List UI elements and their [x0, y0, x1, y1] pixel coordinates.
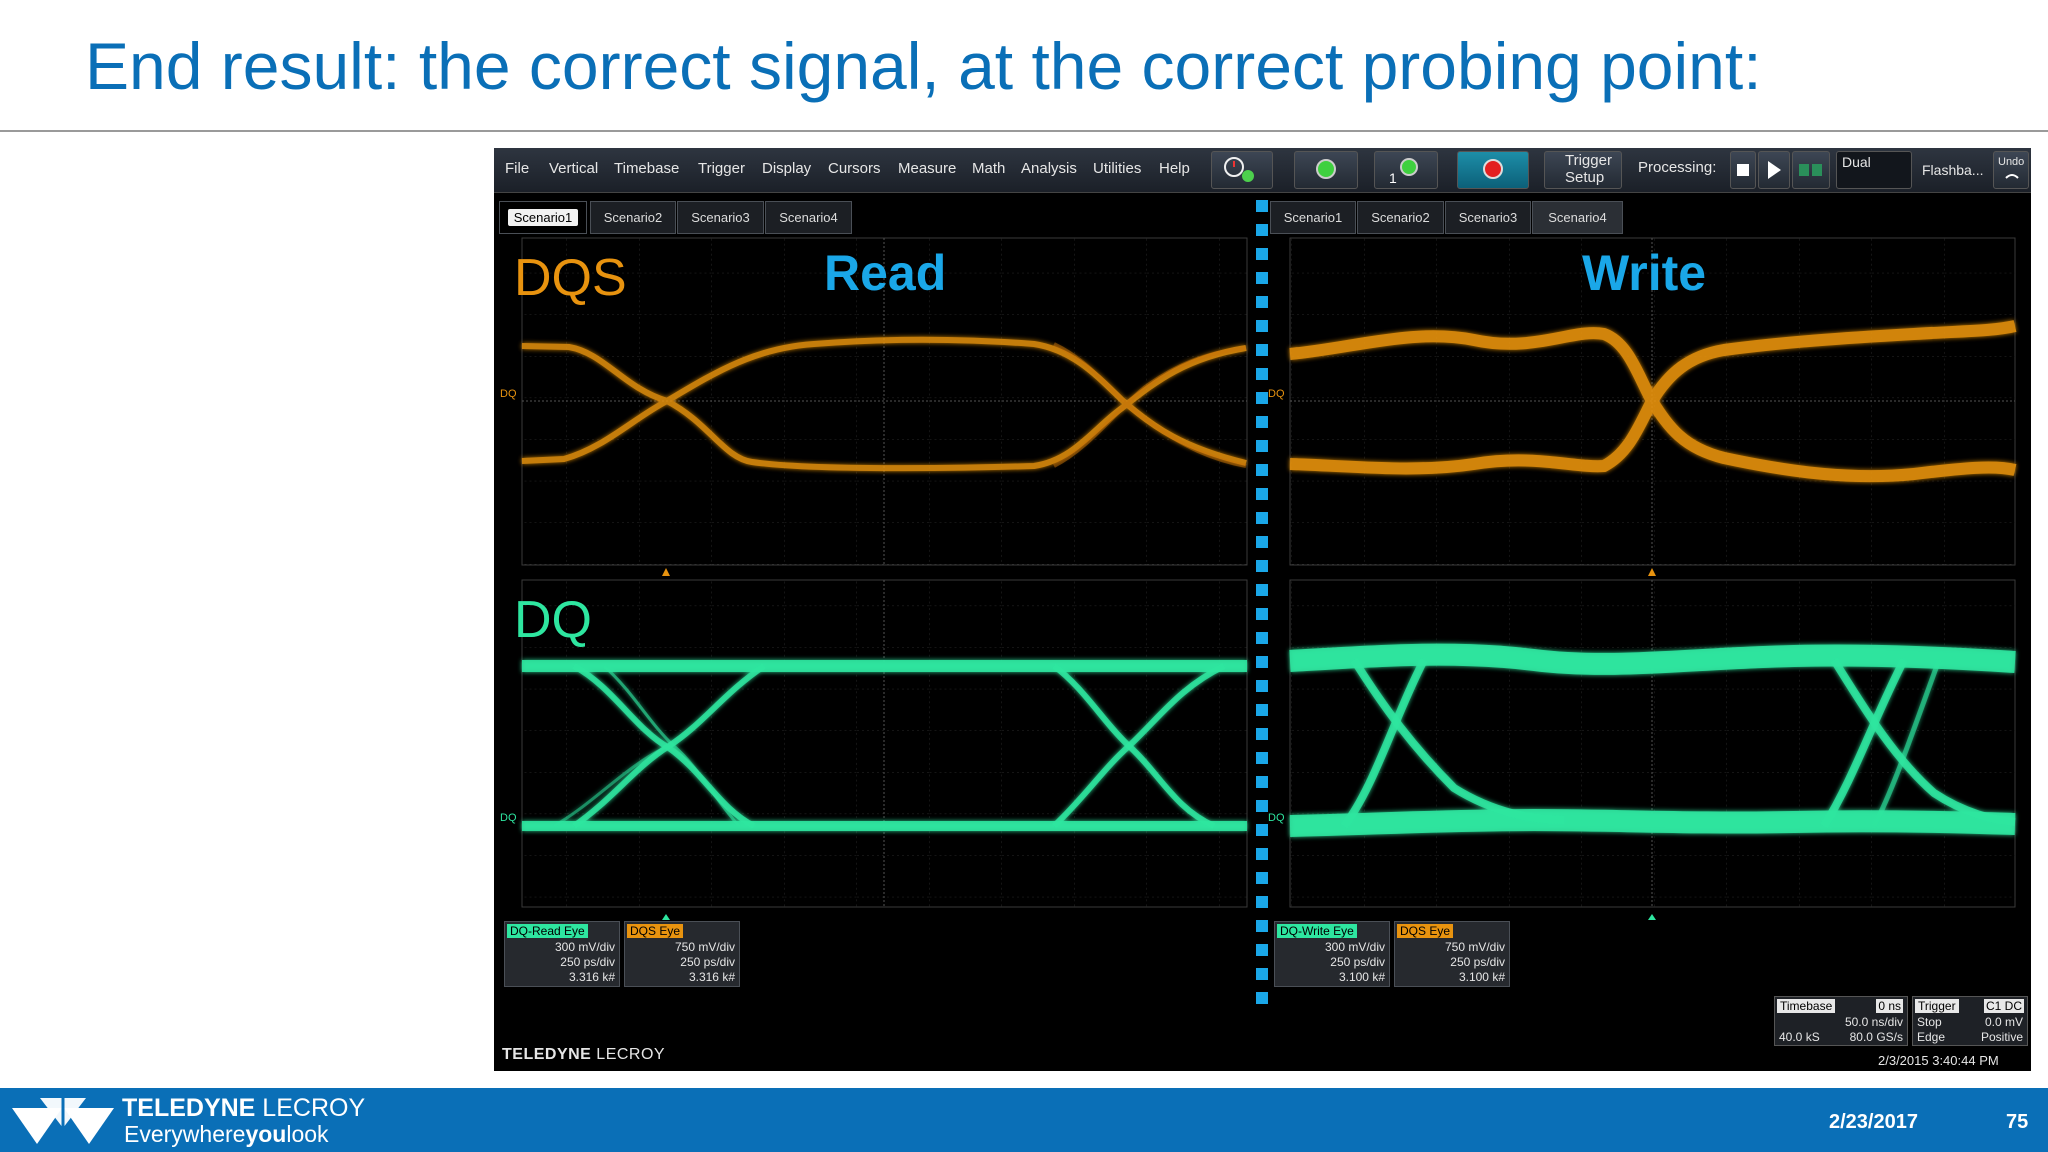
- footer-brand: TELEDYNE LECROY: [122, 1094, 365, 1123]
- slide-title: End result: the correct signal, at the c…: [85, 29, 1762, 103]
- footer-brand-bold: TELEDYNE: [122, 1094, 256, 1122]
- scope-timestamp: 2/3/2015 3:40:44 PM: [1878, 1053, 1999, 1068]
- write-dq-panel: [1289, 579, 2016, 920]
- dqs-eye-right-count: 3.100 k#: [1458, 970, 1505, 984]
- slide-footer: TELEDYNE LECROY Everywhereyoulook 2/23/2…: [0, 1088, 2048, 1152]
- trigger-mode: Stop: [1917, 1015, 1942, 1029]
- dq-read-eye-descriptor[interactable]: DQ-Read Eye 300 mV/div 250 ps/div 3.316 …: [504, 921, 620, 987]
- left-dq-axis-tag: DQ: [500, 812, 517, 824]
- dqs-eye-left-descriptor[interactable]: DQS Eye 750 mV/div 250 ps/div 3.316 k#: [624, 921, 740, 987]
- oscilloscope-screen: File Vertical Timebase Trigger Display C…: [494, 148, 2031, 1071]
- dqs-eye-right-vdiv: 750 mV/div: [1444, 940, 1505, 954]
- tagline-post: look: [286, 1121, 329, 1147]
- dqs-eye-right-name: DQS Eye: [1397, 924, 1454, 938]
- right-dqs-axis-tag: DQ: [1268, 388, 1285, 400]
- dq-label: DQ: [514, 591, 592, 649]
- dqs-eye-left-name: DQS Eye: [627, 924, 684, 938]
- teledyne-logo-icon: [12, 1098, 114, 1144]
- tagline-bold: you: [245, 1121, 287, 1147]
- trigger-descriptor[interactable]: Trigger C1 DC Stop 0.0 mV Edge Positive: [1912, 996, 2028, 1046]
- dq-write-eye-count: 3.100 k#: [1338, 970, 1385, 984]
- dqs-eye-right-descriptor[interactable]: DQS Eye 750 mV/div 250 ps/div 3.100 k#: [1394, 921, 1510, 987]
- read-title: Read: [824, 245, 947, 301]
- dual-view-divider[interactable]: [1256, 200, 1268, 1006]
- footer-tagline: Everywhereyoulook: [124, 1121, 329, 1148]
- dq-read-eye-tdiv: 250 ps/div: [560, 955, 615, 969]
- dq-write-eye-name: DQ-Write Eye: [1277, 924, 1357, 938]
- dqs-eye-right-tdiv: 250 ps/div: [1450, 955, 1505, 969]
- timebase-rate: 80.0 GS/s: [1849, 1030, 1903, 1044]
- dq-write-eye-tdiv: 250 ps/div: [1330, 955, 1385, 969]
- dqs-label: DQS: [514, 249, 627, 307]
- trigger-type: Edge: [1917, 1030, 1946, 1044]
- trigger-label: Trigger: [1915, 999, 1959, 1013]
- right-dq-axis-tag: DQ: [1268, 812, 1285, 824]
- scope-brand-logo: TELEDYNE LECROY: [502, 1046, 665, 1064]
- dq-read-eye-count: 3.316 k#: [568, 970, 615, 984]
- scope-brand-bold: TELEDYNE: [502, 1046, 592, 1063]
- trigger-channels: C1 DC: [1983, 999, 2024, 1013]
- dqs-eye-left-tdiv: 250 ps/div: [680, 955, 735, 969]
- dq-read-eye-name: DQ-Read Eye: [507, 924, 588, 938]
- dq-write-eye-descriptor[interactable]: DQ-Write Eye 300 mV/div 250 ps/div 3.100…: [1274, 921, 1390, 987]
- timebase-offset: 0 ns: [1876, 999, 1903, 1013]
- read-dq-panel: [521, 579, 1248, 920]
- dqs-eye-left-count: 3.316 k#: [688, 970, 735, 984]
- left-dqs-axis-tag: DQ: [500, 388, 517, 400]
- trigger-slope: Positive: [1980, 1030, 2023, 1044]
- dq-write-eye-vdiv: 300 mV/div: [1324, 940, 1385, 954]
- title-divider: [0, 130, 2048, 132]
- timebase-samples: 40.0 kS: [1779, 1030, 1820, 1044]
- timebase-label: Timebase: [1777, 999, 1836, 1013]
- write-title: Write: [1582, 245, 1707, 301]
- footer-brand-thin: LECROY: [255, 1094, 366, 1122]
- timebase-descriptor[interactable]: Timebase 0 ns 50.0 ns/div 40.0 kS 80.0 G…: [1774, 996, 1908, 1046]
- tagline-pre: Everywhere: [124, 1121, 246, 1147]
- dqs-eye-left-vdiv: 750 mV/div: [674, 940, 735, 954]
- footer-date: 2/23/2017: [1829, 1111, 1918, 1133]
- dq-read-eye-vdiv: 300 mV/div: [554, 940, 615, 954]
- timebase-per-div: 50.0 ns/div: [1844, 1015, 1903, 1029]
- scope-brand-thin: LECROY: [591, 1046, 666, 1063]
- page-number: 75: [2006, 1111, 2029, 1133]
- trigger-level: 0.0 mV: [1984, 1015, 2023, 1029]
